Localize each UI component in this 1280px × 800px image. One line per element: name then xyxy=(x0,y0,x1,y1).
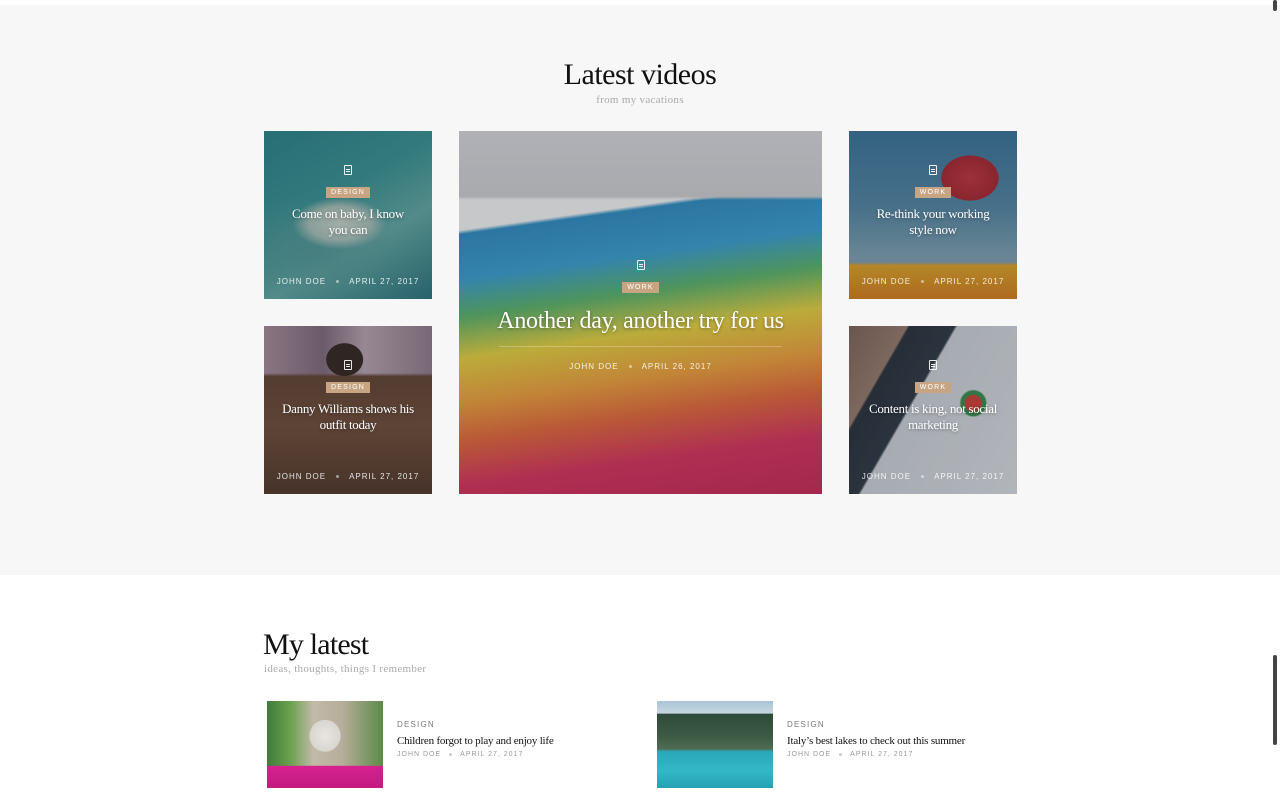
meta-separator xyxy=(336,475,340,478)
card-date: APRIL 27, 2017 xyxy=(349,472,420,481)
section-subtitle: from my vacations xyxy=(596,94,684,106)
meta-separator xyxy=(336,280,340,283)
document-icon xyxy=(929,164,937,175)
card-date: APRIL 27, 2017 xyxy=(349,277,420,286)
post-item[interactable]: DESIGN Children forgot to play and enjoy… xyxy=(267,701,554,788)
card-title[interactable]: Come on baby, I know you can xyxy=(264,206,432,238)
card-title[interactable]: Another day, another try for us xyxy=(467,307,813,335)
card-title[interactable]: Danny Williams shows his outfit today xyxy=(264,401,432,433)
category-badge[interactable]: DESIGN xyxy=(325,186,371,198)
post-author[interactable]: JOHN DOE xyxy=(397,751,441,758)
category-badge[interactable]: WORK xyxy=(622,282,659,293)
meta-separator xyxy=(921,475,925,478)
post-thumbnail[interactable] xyxy=(267,701,383,788)
featured-video-card[interactable]: WORK Another day, another try for us JOH… xyxy=(459,131,822,494)
section-subtitle: ideas, thoughts, things I remember xyxy=(264,663,427,675)
document-icon xyxy=(636,260,645,270)
card-title[interactable]: Re-think your working style now xyxy=(849,206,1017,238)
card-author[interactable]: JOHN DOE xyxy=(277,277,326,286)
meta-separator xyxy=(449,753,453,756)
category-badge[interactable]: DESIGN xyxy=(325,381,371,393)
document-icon xyxy=(344,164,352,175)
video-card[interactable]: DESIGN Danny Williams shows his outfit t… xyxy=(264,326,432,494)
card-title[interactable]: Content is king, not social marketing xyxy=(849,401,1017,433)
post-date: APRIL 27, 2017 xyxy=(460,751,524,758)
post-title[interactable]: Italy’s best lakes to check out this sum… xyxy=(787,735,965,747)
latest-videos-section: Latest videos from my vacations DESIGN C… xyxy=(0,5,1280,575)
post-item[interactable]: DESIGN Italy’s best lakes to check out t… xyxy=(657,701,965,788)
card-divider xyxy=(499,346,782,347)
document-icon xyxy=(929,359,937,370)
card-author[interactable]: JOHN DOE xyxy=(862,277,911,286)
category-badge[interactable]: WORK xyxy=(914,381,952,393)
card-author[interactable]: JOHN DOE xyxy=(569,362,618,371)
video-card[interactable]: WORK Content is king, not social marketi… xyxy=(849,326,1017,494)
meta-separator xyxy=(839,753,843,756)
card-author[interactable]: JOHN DOE xyxy=(277,472,326,481)
section-title: My latest xyxy=(263,628,369,661)
card-date: APRIL 27, 2017 xyxy=(934,277,1005,286)
section-title: Latest videos xyxy=(563,58,717,91)
post-title[interactable]: Children forgot to play and enjoy life xyxy=(397,735,554,747)
post-category[interactable]: DESIGN xyxy=(397,720,554,729)
card-author[interactable]: JOHN DOE xyxy=(862,472,911,481)
meta-separator xyxy=(628,365,632,368)
video-card[interactable]: WORK Re-think your working style now JOH… xyxy=(849,131,1017,299)
card-date: APRIL 27, 2017 xyxy=(934,472,1005,481)
scrollbar-thumb[interactable] xyxy=(1273,655,1277,745)
post-date: APRIL 27, 2017 xyxy=(850,751,914,758)
post-thumbnail[interactable] xyxy=(657,701,773,788)
category-badge[interactable]: WORK xyxy=(914,186,952,198)
document-icon xyxy=(344,359,352,370)
post-category[interactable]: DESIGN xyxy=(787,720,965,729)
card-date: APRIL 26, 2017 xyxy=(641,362,712,371)
scrollbar-thumb-top[interactable] xyxy=(1273,0,1277,11)
meta-separator xyxy=(921,280,925,283)
video-card[interactable]: DESIGN Come on baby, I know you can JOHN… xyxy=(264,131,432,299)
post-author[interactable]: JOHN DOE xyxy=(787,751,831,758)
